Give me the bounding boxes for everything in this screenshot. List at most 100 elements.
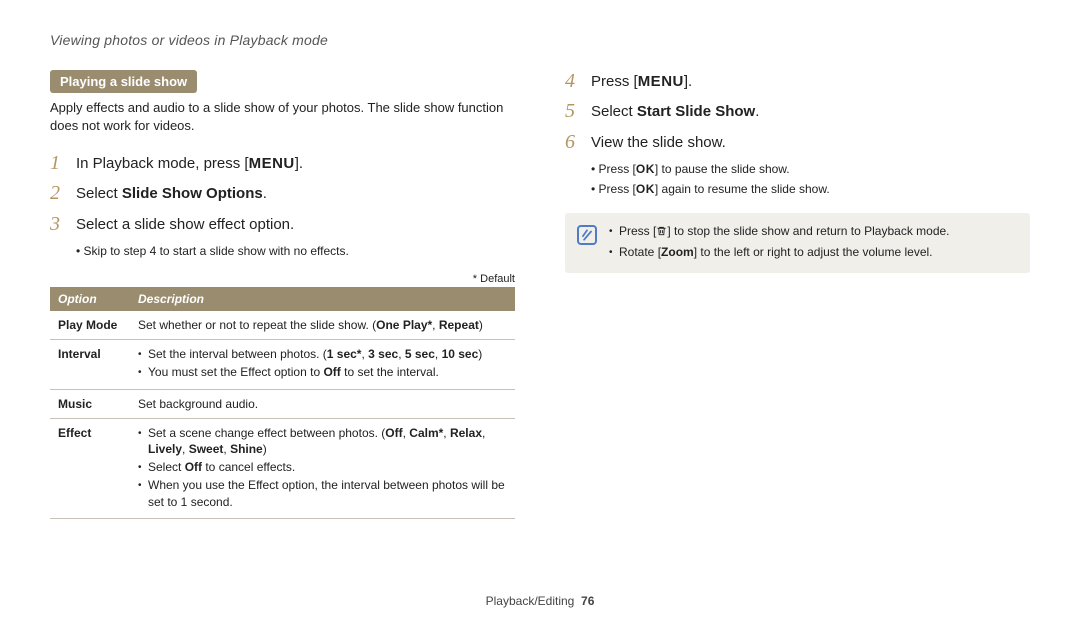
txt: ] to stop the slide show and return to P… xyxy=(667,224,949,238)
step-6: 6 View the slide show. xyxy=(565,131,1030,153)
info-note-box: Press [ ] to stop the slide show and retu… xyxy=(565,213,1030,273)
step-text: View the slide show. xyxy=(591,131,726,153)
txt: , xyxy=(432,318,439,332)
txt-bold: Lively xyxy=(148,442,182,456)
page-header-title: Viewing photos or videos in Playback mod… xyxy=(50,32,1030,48)
txt-bold: Zoom xyxy=(661,245,694,259)
txt-bold: 1 sec* xyxy=(327,347,362,361)
txt: ] again to resume the slide show. xyxy=(655,182,830,196)
step-number: 1 xyxy=(50,152,76,174)
txt-bold: 5 sec xyxy=(405,347,435,361)
step-text: In Playback mode, press [MENU]. xyxy=(76,152,303,174)
option-description: Set a scene change effect between photos… xyxy=(130,418,515,518)
step-6-sub-2: Press [OK] again to resume the slide sho… xyxy=(591,181,1030,197)
step-1: 1 In Playback mode, press [MENU]. xyxy=(50,152,515,174)
txt-bold: One Play* xyxy=(376,318,432,332)
txt-bold: Off xyxy=(385,426,402,440)
txt-bold: 3 sec xyxy=(368,347,398,361)
txt: ) xyxy=(263,442,267,456)
txt-bold: Off xyxy=(323,365,340,379)
footer-section: Playback/Editing xyxy=(486,594,575,608)
step2-post: . xyxy=(263,185,267,202)
step-2: 2 Select Slide Show Options. xyxy=(50,182,515,204)
txt: Set the interval between photos. ( xyxy=(148,347,327,361)
step-text: Select Start Slide Show. xyxy=(591,100,759,122)
step2-bold: Slide Show Options xyxy=(122,185,263,202)
txt-bold: Repeat xyxy=(439,318,479,332)
step-number: 4 xyxy=(565,70,591,92)
txt: ]. xyxy=(684,73,692,90)
step2-pre: Select xyxy=(76,185,122,202)
bullet: Set the interval between photos. (1 sec*… xyxy=(138,346,507,362)
txt-bold: Relax xyxy=(450,426,482,440)
left-column: Playing a slide show Apply effects and a… xyxy=(50,70,515,519)
txt: , xyxy=(435,347,442,361)
step1-post: ]. xyxy=(295,155,303,172)
option-label: Play Mode xyxy=(50,311,130,340)
txt: Press [ xyxy=(599,162,636,176)
note-icon xyxy=(577,225,597,245)
step-text: Press [MENU]. xyxy=(591,70,692,92)
txt: Select xyxy=(148,460,185,474)
note-lines: Press [ ] to stop the slide show and retu… xyxy=(609,223,950,263)
content-columns: Playing a slide show Apply effects and a… xyxy=(50,70,1030,519)
txt-bold: Start Slide Show xyxy=(637,103,755,120)
option-label: Interval xyxy=(50,340,130,389)
trash-icon xyxy=(656,225,667,242)
txt: to set the interval. xyxy=(341,365,439,379)
menu-label: MENU xyxy=(249,155,295,172)
table-header-option: Option xyxy=(50,287,130,311)
step-text: Select Slide Show Options. xyxy=(76,182,267,204)
txt-bold: Shine xyxy=(230,442,263,456)
txt: Press [ xyxy=(619,224,656,238)
txt: to cancel effects. xyxy=(202,460,295,474)
txt-bold: Off xyxy=(185,460,202,474)
txt-bold: Sweet xyxy=(189,442,224,456)
table-row: Play Mode Set whether or not to repeat t… xyxy=(50,311,515,340)
menu-label: MENU xyxy=(638,73,684,90)
note-line-2: Rotate [Zoom] to the left or right to ad… xyxy=(609,244,950,261)
footer-page-number: 76 xyxy=(581,594,594,608)
option-description: Set the interval between photos. (1 sec*… xyxy=(130,340,515,389)
step-6-sub-1: Press [OK] to pause the slide show. xyxy=(591,161,1030,177)
txt: ] to pause the slide show. xyxy=(655,162,790,176)
step-text: Select a slide show effect option. xyxy=(76,213,294,235)
option-label: Music xyxy=(50,389,130,418)
step-number: 3 xyxy=(50,213,76,235)
table-row: Interval Set the interval between photos… xyxy=(50,340,515,389)
right-column: 4 Press [MENU]. 5 Select Start Slide Sho… xyxy=(565,70,1030,519)
step-number: 5 xyxy=(565,100,591,122)
option-label: Effect xyxy=(50,418,130,518)
step1-pre: In Playback mode, press [ xyxy=(76,155,249,172)
txt: Set a scene change effect between photos… xyxy=(148,426,385,440)
txt: Select xyxy=(591,103,637,120)
txt: Press [ xyxy=(591,73,638,90)
step-number: 6 xyxy=(565,131,591,153)
page-footer: Playback/Editing 76 xyxy=(0,594,1080,608)
txt: ) xyxy=(478,347,482,361)
note-line-1: Press [ ] to stop the slide show and retu… xyxy=(609,223,950,242)
step-3-substep: Skip to step 4 to start a slide show wit… xyxy=(76,243,515,259)
default-note: * Default xyxy=(50,273,515,285)
option-description: Set whether or not to repeat the slide s… xyxy=(130,311,515,340)
step-number: 2 xyxy=(50,182,76,204)
txt: ] to the left or right to adjust the vol… xyxy=(694,245,933,259)
txt-bold: 10 sec xyxy=(442,347,479,361)
txt: . xyxy=(755,103,759,120)
txt: You must set the Effect option to xyxy=(148,365,323,379)
txt: Set whether or not to repeat the slide s… xyxy=(138,318,376,332)
table-row: Effect Set a scene change effect between… xyxy=(50,418,515,518)
step-4: 4 Press [MENU]. xyxy=(565,70,1030,92)
bullet: You must set the Effect option to Off to… xyxy=(138,364,507,380)
option-description: Set background audio. xyxy=(130,389,515,418)
txt-bold: Calm* xyxy=(409,426,443,440)
table-header-description: Description xyxy=(130,287,515,311)
ok-label: OK xyxy=(636,162,655,176)
txt: , xyxy=(182,442,189,456)
table-row: Music Set background audio. xyxy=(50,389,515,418)
step-5: 5 Select Start Slide Show. xyxy=(565,100,1030,122)
bullet: Set a scene change effect between photos… xyxy=(138,425,507,457)
bullet: Select Off to cancel effects. xyxy=(138,459,507,475)
options-table: Option Description Play Mode Set whether… xyxy=(50,287,515,519)
ok-label: OK xyxy=(636,182,655,196)
